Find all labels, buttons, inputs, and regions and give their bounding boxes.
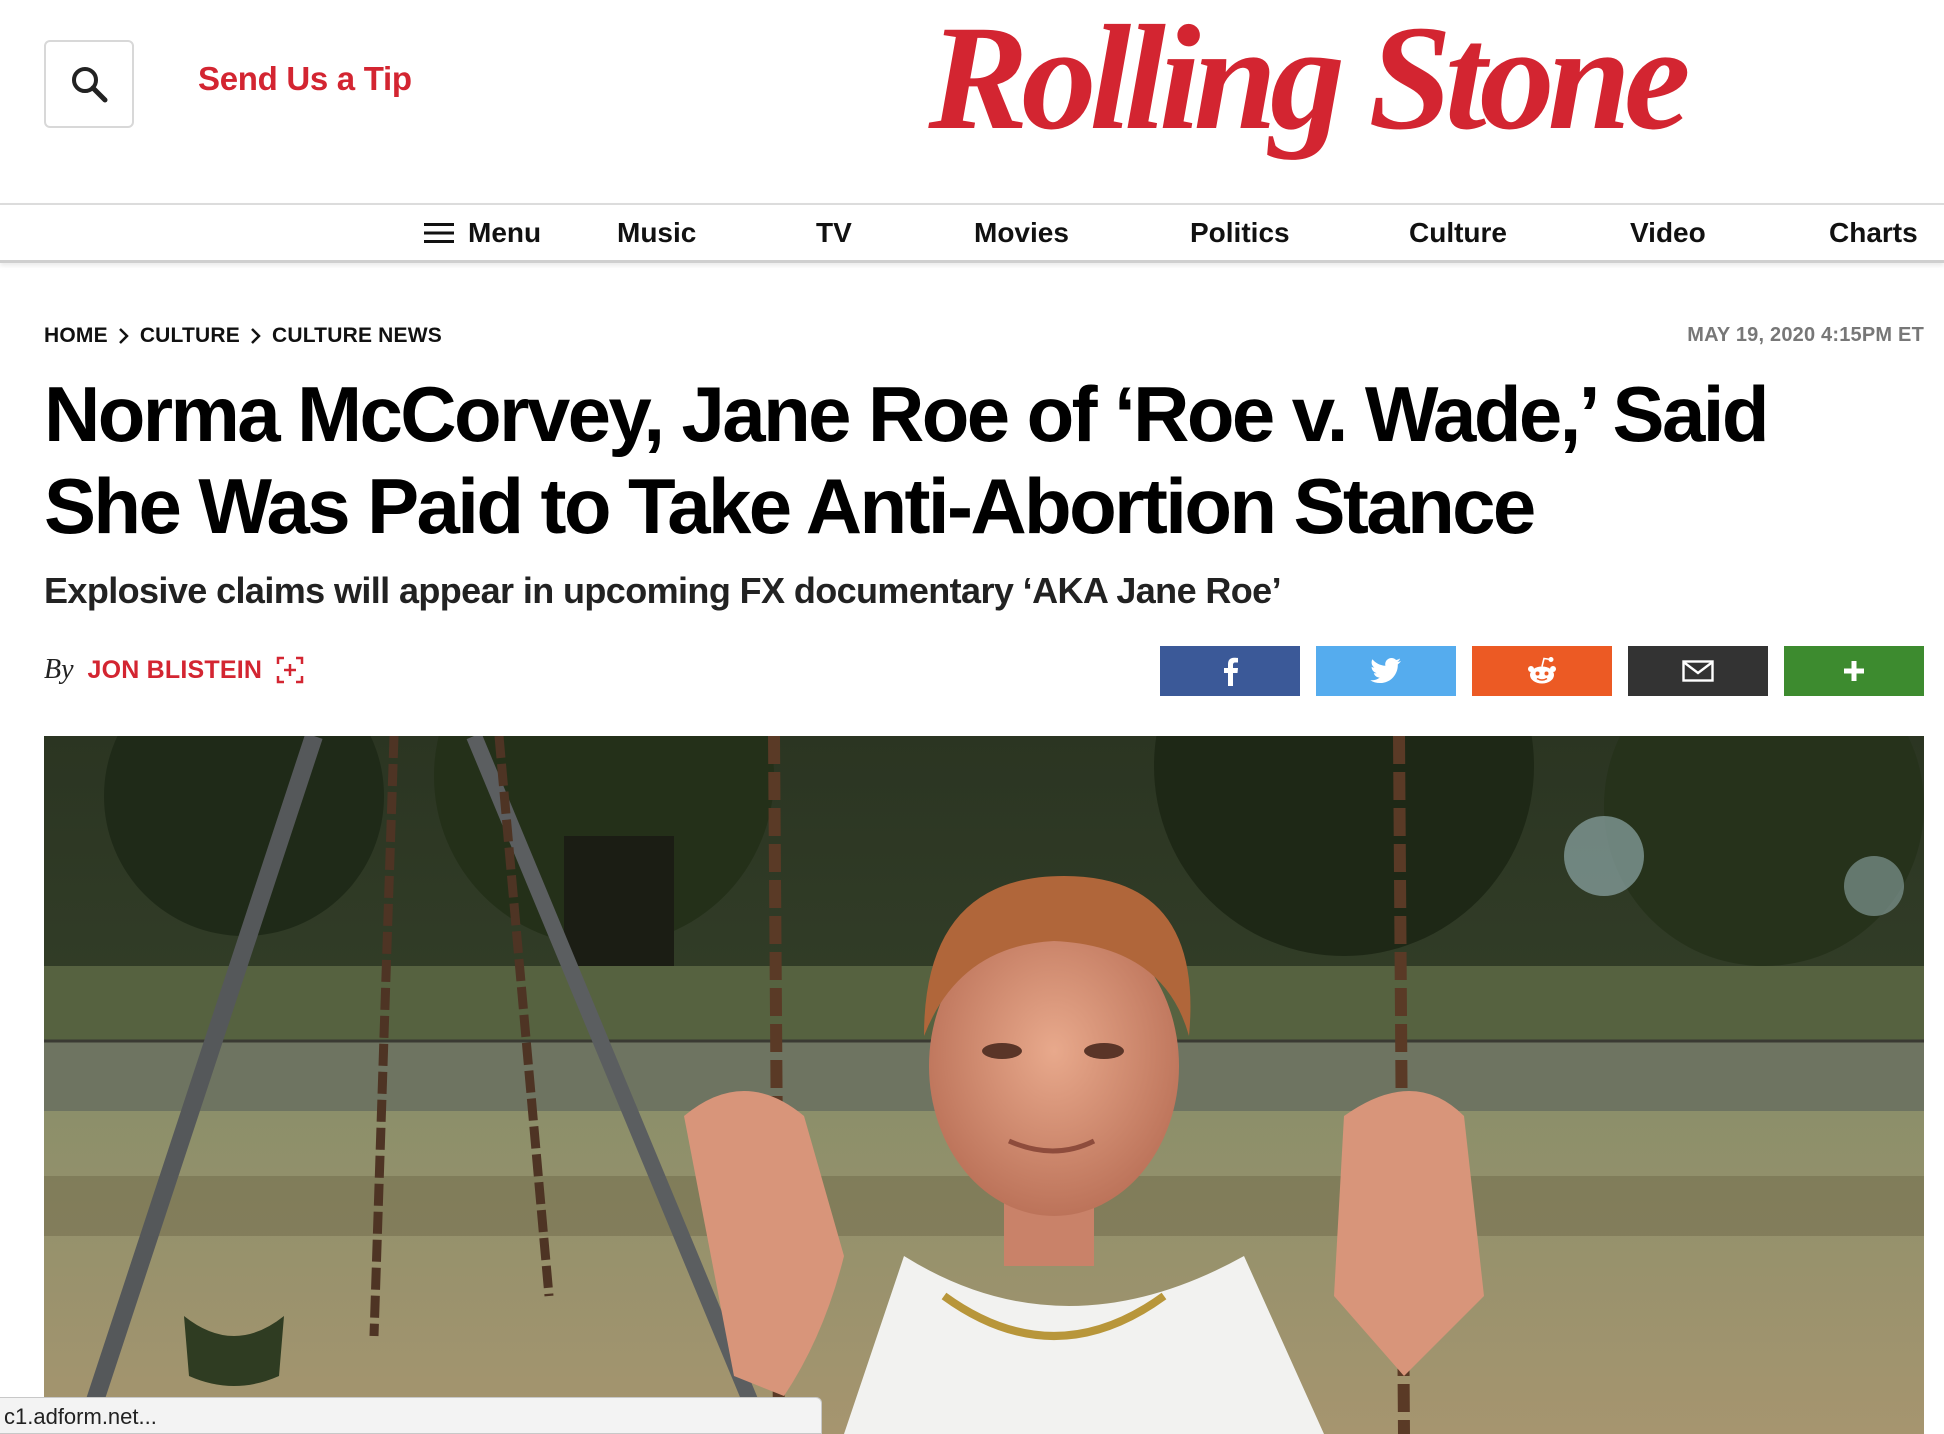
- breadcrumb: HOME CULTURE CULTURE NEWS: [44, 324, 442, 348]
- reddit-icon: [1528, 657, 1556, 684]
- breadcrumb-culture[interactable]: CULTURE: [140, 324, 240, 348]
- author-link[interactable]: JON BLISTEIN: [88, 656, 263, 685]
- browser-status-bar: c1.adform.net...: [0, 1397, 822, 1434]
- hamburger-icon: [424, 223, 454, 243]
- share-reddit-button[interactable]: [1472, 646, 1612, 696]
- headline-line-2: She Was Paid to Take Anti-Abortion Stanc…: [44, 462, 1536, 550]
- article-hero-image: [44, 736, 1924, 1434]
- nav-item-movies[interactable]: Movies: [974, 217, 1069, 249]
- chevron-right-icon: [250, 327, 262, 345]
- search-button[interactable]: [44, 40, 134, 128]
- menu-button[interactable]: Menu: [424, 217, 541, 249]
- follow-author-icon[interactable]: [276, 656, 304, 684]
- share-more-button[interactable]: [1784, 646, 1924, 696]
- byline-by: By: [44, 654, 74, 685]
- publish-date: MAY 19, 2020 4:15PM ET: [1687, 324, 1924, 346]
- nav-item-video[interactable]: Video: [1630, 217, 1706, 249]
- twitter-icon: [1370, 658, 1401, 683]
- hero-photo-illustration: [44, 736, 1924, 1434]
- article-headline: Norma McCorvey, Jane Roe of ‘Roe v. Wade…: [44, 368, 1934, 552]
- share-twitter-button[interactable]: [1316, 646, 1456, 696]
- nav-item-tv[interactable]: TV: [816, 217, 852, 249]
- byline: By JON BLISTEIN: [44, 654, 304, 686]
- breadcrumb-home[interactable]: HOME: [44, 324, 108, 348]
- email-icon: [1682, 660, 1714, 682]
- nav-item-politics[interactable]: Politics: [1190, 217, 1290, 249]
- breadcrumb-culture-news[interactable]: CULTURE NEWS: [272, 324, 442, 348]
- chevron-right-icon: [118, 327, 130, 345]
- menu-label: Menu: [468, 217, 542, 248]
- share-facebook-button[interactable]: [1160, 646, 1300, 696]
- site-header: Send Us a Tip Rolling Stone: [0, 0, 1944, 203]
- logo-text: Rolling Stone: [927, 0, 1688, 161]
- facebook-icon: [1224, 657, 1238, 686]
- nav-item-charts[interactable]: Charts: [1829, 217, 1918, 249]
- nav-item-culture[interactable]: Culture: [1409, 217, 1507, 249]
- article-subhead: Explosive claims will appear in upcoming…: [44, 570, 1282, 611]
- main-nav: Menu Music TV Movies Politics Culture Vi…: [0, 203, 1944, 263]
- headline-line-1: Norma McCorvey, Jane Roe of ‘Roe v. Wade…: [44, 370, 1769, 458]
- nav-item-music[interactable]: Music: [617, 217, 696, 249]
- send-tip-link[interactable]: Send Us a Tip: [198, 60, 412, 98]
- plus-icon: [1844, 661, 1864, 681]
- share-email-button[interactable]: [1628, 646, 1768, 696]
- rolling-stone-logo[interactable]: Rolling Stone: [836, 0, 1776, 170]
- search-icon: [72, 67, 108, 103]
